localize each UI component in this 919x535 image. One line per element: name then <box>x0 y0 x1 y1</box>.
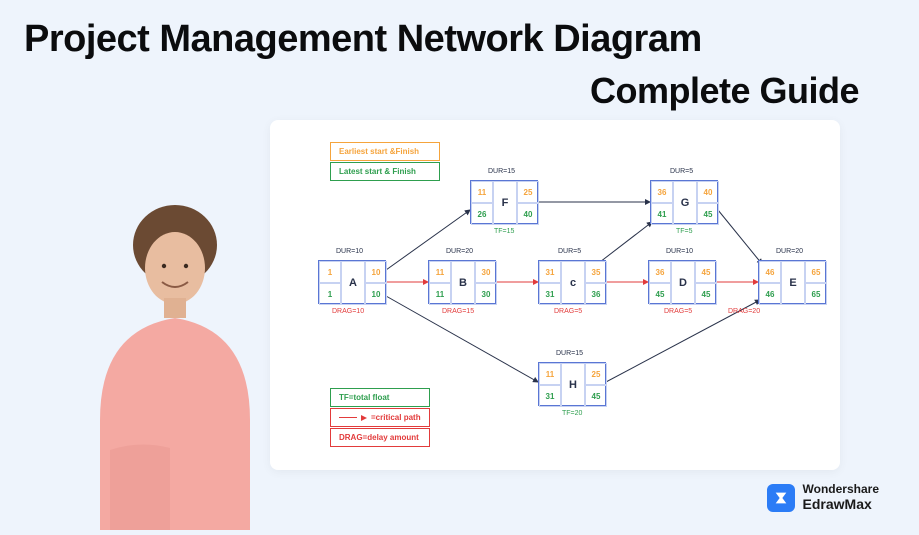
network-diagram-card: Earliest start &Finish Latest start & Fi… <box>270 120 840 470</box>
node-d-ls: 45 <box>649 283 671 305</box>
node-h-lf: 45 <box>585 385 607 407</box>
edrawmax-icon <box>767 484 795 512</box>
node-e-lf: 65 <box>805 283 827 305</box>
page-title-line2: Complete Guide <box>590 70 859 112</box>
node-h-ls: 31 <box>539 385 561 407</box>
node-h-tf: TF=20 <box>562 410 582 417</box>
node-d-lf: 45 <box>695 283 717 305</box>
node-a-id: A <box>341 261 365 305</box>
node-b-duration: DUR=20 <box>446 248 473 255</box>
node-e-ef: 65 <box>805 261 827 283</box>
node-h-id: H <box>561 363 585 407</box>
node-f-duration: DUR=15 <box>488 168 515 175</box>
node-a-drag: DRAG=10 <box>332 308 364 315</box>
node-d-ef: 45 <box>695 261 717 283</box>
node-d-id: D <box>671 261 695 305</box>
node-g-id: G <box>673 181 697 225</box>
person-photo <box>60 190 290 530</box>
critical-path-line-icon <box>339 417 357 418</box>
node-c-ef: 35 <box>585 261 607 283</box>
node-a-lf: 10 <box>365 283 387 305</box>
activity-node-f: 11 F 25 26 40 <box>470 180 538 224</box>
node-e-id: E <box>781 261 805 305</box>
node-b-ef: 30 <box>475 261 497 283</box>
node-c-lf: 36 <box>585 283 607 305</box>
node-f-ef: 25 <box>517 181 539 203</box>
legend-latest-start-finish: Latest start & Finish <box>330 162 440 181</box>
activity-node-h: 11 H 25 31 45 <box>538 362 606 406</box>
node-g-ef: 40 <box>697 181 719 203</box>
node-g-es: 36 <box>651 181 673 203</box>
node-e-es: 46 <box>759 261 781 283</box>
node-a-ls: 1 <box>319 283 341 305</box>
node-e-ls: 46 <box>759 283 781 305</box>
node-c-ls: 31 <box>539 283 561 305</box>
node-f-ls: 26 <box>471 203 493 225</box>
node-g-tf: TF=5 <box>676 228 693 235</box>
node-d-es: 36 <box>649 261 671 283</box>
node-b-ls: 11 <box>429 283 451 305</box>
activity-node-b: 11 B 30 11 30 <box>428 260 496 304</box>
node-c-id: c <box>561 261 585 305</box>
node-e-duration: DUR=20 <box>776 248 803 255</box>
node-h-duration: DUR=15 <box>556 350 583 357</box>
network-diagram: Earliest start &Finish Latest start & Fi… <box>270 120 840 470</box>
node-b-lf: 30 <box>475 283 497 305</box>
node-h-es: 11 <box>539 363 561 385</box>
activity-node-c: 31 c 35 31 36 <box>538 260 606 304</box>
node-f-id: F <box>493 181 517 225</box>
node-b-es: 11 <box>429 261 451 283</box>
node-a-ef: 10 <box>365 261 387 283</box>
activity-node-a: 1 A 10 1 10 <box>318 260 386 304</box>
legend-critical-path: =critical path <box>330 408 430 427</box>
activity-node-g: 36 G 40 41 45 <box>650 180 718 224</box>
node-f-lf: 40 <box>517 203 539 225</box>
node-f-es: 11 <box>471 181 493 203</box>
node-c-drag: DRAG=5 <box>554 308 582 315</box>
node-h-ef: 25 <box>585 363 607 385</box>
node-b-id: B <box>451 261 475 305</box>
node-f-tf: TF=15 <box>494 228 514 235</box>
legend-earliest-start-finish: Earliest start &Finish <box>330 142 440 161</box>
legend-critical-path-label: =critical path <box>371 413 421 422</box>
node-g-duration: DUR=5 <box>670 168 693 175</box>
critical-path-arrowhead-icon <box>361 415 367 421</box>
activity-node-d: 36 D 45 45 45 <box>648 260 716 304</box>
node-d-duration: DUR=10 <box>666 248 693 255</box>
node-a-es: 1 <box>319 261 341 283</box>
legend-drag-amount: DRAG=delay amount <box>330 428 430 447</box>
activity-node-e: 46 E 65 46 65 <box>758 260 826 304</box>
node-e-drag: DRAG=20 <box>728 308 760 315</box>
node-c-es: 31 <box>539 261 561 283</box>
brand-line1: Wondershare <box>803 483 879 496</box>
node-d-drag: DRAG=5 <box>664 308 692 315</box>
node-b-drag: DRAG=15 <box>442 308 474 315</box>
node-c-duration: DUR=5 <box>558 248 581 255</box>
node-g-lf: 45 <box>697 203 719 225</box>
brand-logo: Wondershare EdrawMax <box>767 483 879 512</box>
legend-total-float: TF=total float <box>330 388 430 407</box>
page-title-line1: Project Management Network Diagram <box>24 18 702 61</box>
node-g-ls: 41 <box>651 203 673 225</box>
brand-line2: EdrawMax <box>803 497 879 512</box>
node-a-duration: DUR=10 <box>336 248 363 255</box>
